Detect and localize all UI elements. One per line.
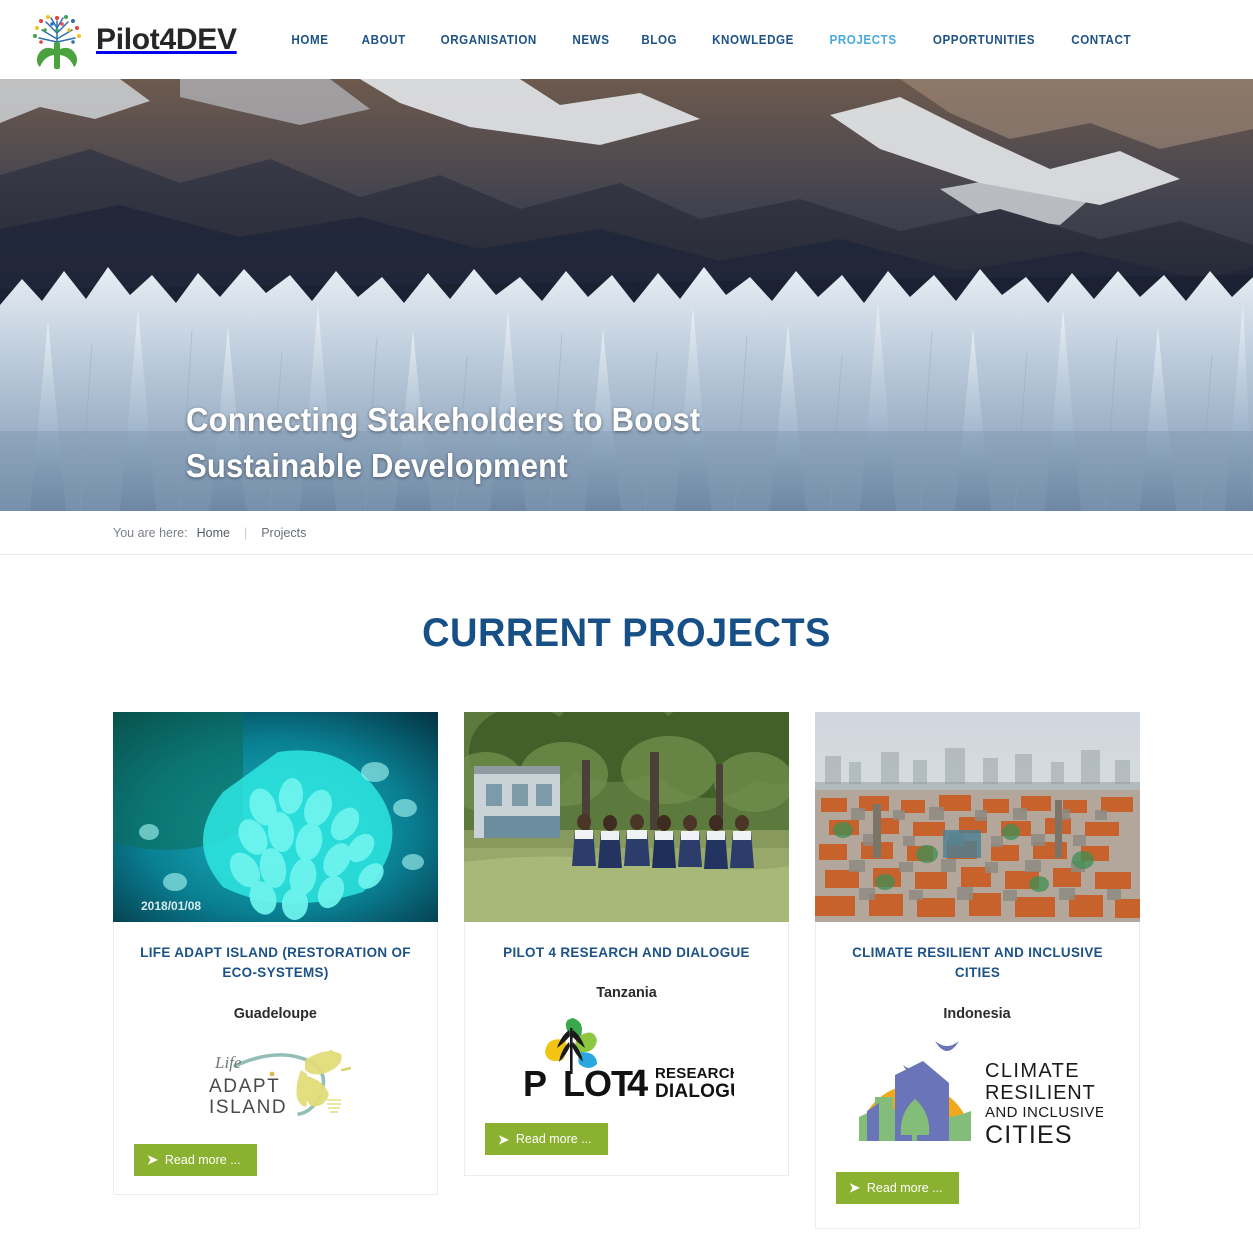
svg-text:ISLAND: ISLAND (209, 1097, 287, 1118)
svg-text:ADAPT: ADAPT (209, 1076, 280, 1097)
svg-text:4: 4 (627, 1063, 648, 1100)
read-more-button[interactable]: ➤ Read more ... (134, 1143, 257, 1176)
svg-text:RESEARCH AND: RESEARCH AND (655, 1065, 734, 1082)
svg-text:Life: Life (214, 1053, 242, 1072)
project-image-jakarta-cityscape[interactable] (815, 712, 1140, 922)
hero-headline-line2: Sustainable Development (186, 446, 568, 484)
nav-item-about[interactable]: ABOUT (347, 25, 419, 55)
brand-name: Pilot4DEV (96, 22, 237, 56)
svg-text:CLIMATE: CLIMATE (985, 1060, 1080, 1082)
project-cards-row: 2018/01/08 LIFE ADAPT ISLAND (RESTORATIO… (0, 712, 1253, 1229)
project-title: PILOT 4 RESEARCH AND DIALOGUE (503, 944, 750, 960)
read-more-button[interactable]: ➤ Read more ... (836, 1171, 959, 1204)
main-content: CURRENT PROJECTS 2018/01/08 LIFE ADAPT I… (0, 611, 1253, 1229)
nav-item-home[interactable]: HOME (277, 25, 342, 55)
breadcrumb-current: Projects (261, 525, 307, 540)
climate-resilient-cities-logo-icon: CLIMATE RESILIENT AND INCLUSIVE CITIES (816, 1032, 1139, 1150)
project-card-pilot4-research-dialogue[interactable]: PILOT 4 RESEARCH AND DIALOGUE Tanzania P… (464, 712, 789, 1177)
breadcrumb: You are here: Home | Projects (0, 511, 1253, 555)
project-card-climate-resilient-cities[interactable]: CLIMATE RESILIENT AND INCLUSIVE CITIES I… (815, 712, 1140, 1229)
nav-item-projects[interactable]: PROJECTS (816, 25, 911, 55)
hero-headline: Connecting Stakeholders to Boost Sustain… (186, 397, 700, 488)
svg-text:AND INCLUSIVE: AND INCLUSIVE (985, 1104, 1103, 1121)
read-more-label: Read more ... (866, 1180, 943, 1195)
project-image-tanzania-school[interactable] (464, 712, 789, 922)
read-more-label: Read more ... (515, 1132, 592, 1147)
chevron-right-icon: ➤ (498, 1131, 509, 1147)
read-more-label: Read more ... (164, 1152, 241, 1167)
svg-text:DIALOGUE: DIALOGUE (655, 1081, 734, 1100)
breadcrumb-label: You are here: (113, 525, 188, 540)
breadcrumb-link-home[interactable]: Home (197, 526, 230, 540)
project-country: Tanzania (596, 984, 657, 1002)
chevron-right-icon: ➤ (147, 1152, 158, 1168)
hero-headline-line1: Connecting Stakeholders to Boost (186, 401, 701, 438)
site-header: Pilot4DEV HOME ABOUT ORGANISATION NEWS B… (0, 0, 1253, 79)
nav-item-knowledge[interactable]: KNOWLEDGE (698, 25, 808, 55)
project-image-coral-reef[interactable]: 2018/01/08 (113, 712, 438, 922)
main-navigation: HOME ABOUT ORGANISATION NEWS BLOG KNOWLE… (275, 25, 1149, 55)
nav-item-organisation[interactable]: ORGANISATION (427, 25, 551, 55)
nav-item-contact[interactable]: CONTACT (1057, 25, 1145, 55)
project-country: Indonesia (943, 1004, 1012, 1022)
life-adapt-island-logo-icon: Life ADAPT ISLAND (114, 1036, 437, 1122)
brand-logo-link[interactable]: Pilot4DEV (28, 9, 237, 71)
svg-text:CITIES: CITIES (985, 1121, 1073, 1147)
svg-text:2018/01/08: 2018/01/08 (141, 899, 201, 913)
svg-text:LOT: LOT (563, 1063, 633, 1100)
svg-text:RESILIENT: RESILIENT (985, 1082, 1096, 1104)
pilot4-research-dialogue-logo-icon: P LOT 4 RESEARCH AND DIALOGUE (465, 1015, 788, 1101)
read-more-button[interactable]: ➤ Read more ... (485, 1123, 608, 1156)
nav-item-news[interactable]: NEWS (558, 25, 623, 55)
nav-item-blog[interactable]: BLOG (628, 25, 692, 55)
project-title: LIFE ADAPT ISLAND (RESTORATION OF ECO-SY… (140, 944, 411, 981)
page-title: CURRENT PROJECTS (422, 611, 831, 655)
tree-people-logo-icon (28, 9, 86, 71)
svg-text:P: P (523, 1063, 546, 1100)
breadcrumb-separator: | (243, 525, 248, 540)
nav-item-opportunities[interactable]: OPPORTUNITIES (919, 25, 1049, 55)
project-title: CLIMATE RESILIENT AND INCLUSIVE CITIES (852, 944, 1103, 981)
project-country: Guadeloupe (233, 1004, 318, 1022)
hero-banner: Connecting Stakeholders to Boost Sustain… (0, 79, 1253, 511)
project-card-life-adapt-island[interactable]: 2018/01/08 LIFE ADAPT ISLAND (RESTORATIO… (113, 712, 438, 1195)
chevron-right-icon: ➤ (849, 1180, 860, 1196)
